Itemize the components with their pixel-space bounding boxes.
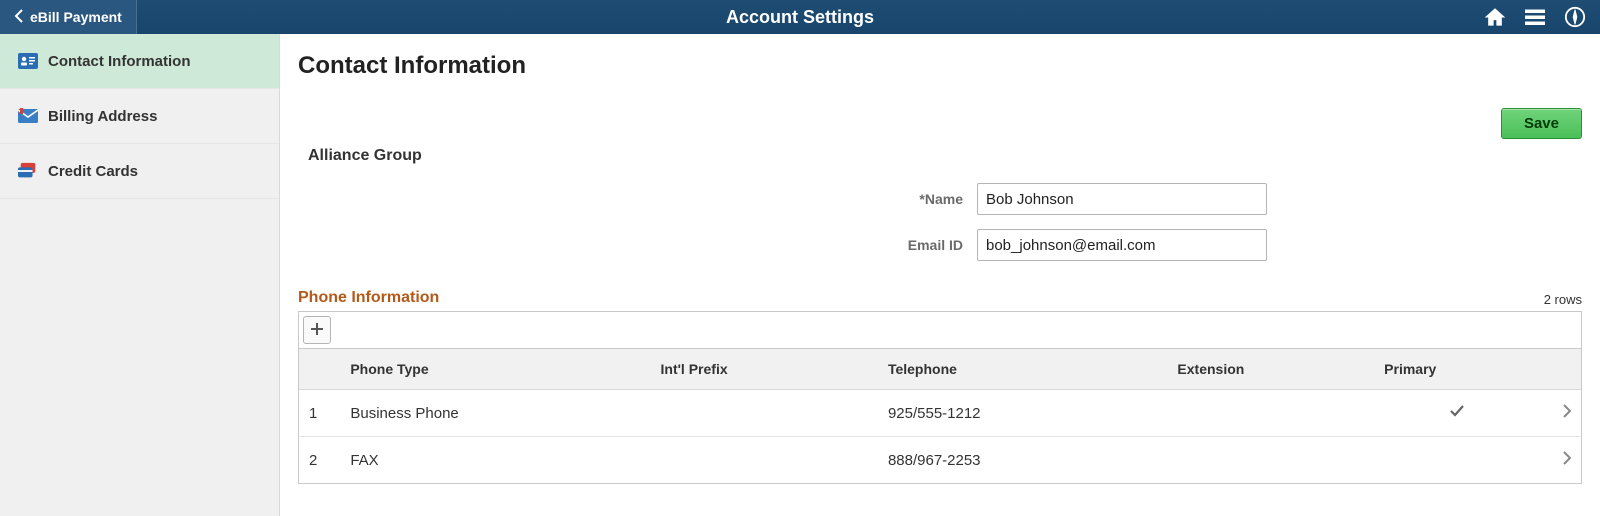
email-field[interactable]: [977, 229, 1267, 261]
checkmark-icon: [1449, 405, 1465, 422]
sidebar-item-label: Billing Address: [48, 108, 157, 125]
app-header: eBill Payment Account Settings: [0, 0, 1600, 34]
contact-card-icon: [18, 52, 38, 70]
cell-extension: [1167, 390, 1374, 437]
cards-icon: [18, 162, 38, 180]
row-detail-arrow[interactable]: [1540, 437, 1581, 484]
table-row[interactable]: 2 FAX 888/967-2253: [299, 437, 1581, 484]
cell-phone-type: Business Phone: [340, 390, 650, 437]
cell-intl-prefix: [651, 390, 878, 437]
home-icon[interactable]: [1484, 6, 1506, 28]
col-header-telephone: Telephone: [878, 349, 1167, 390]
page-title: Contact Information: [298, 52, 1582, 80]
chevron-right-icon: [1562, 452, 1571, 469]
compass-icon[interactable]: [1564, 6, 1586, 28]
chevron-left-icon: [14, 9, 24, 26]
phone-rows-count: 2 rows: [1544, 292, 1582, 307]
row-number: 1: [299, 390, 340, 437]
col-header-extension: Extension: [1167, 349, 1374, 390]
chevron-right-icon: [1562, 405, 1571, 422]
phone-grid-header: Phone Type Int'l Prefix Telephone Extens…: [299, 349, 1581, 390]
col-header-phone-type: Phone Type: [340, 349, 650, 390]
group-name: Alliance Group: [308, 147, 1582, 165]
sidebar-item-label: Credit Cards: [48, 163, 138, 180]
page-header-title: Account Settings: [726, 7, 874, 28]
sidebar: Contact Information Billing Address Cred…: [0, 34, 280, 516]
cell-primary: [1374, 437, 1539, 484]
back-button-label: eBill Payment: [30, 9, 122, 25]
cell-extension: [1167, 437, 1374, 484]
cell-phone-type: FAX: [340, 437, 650, 484]
menu-icon[interactable]: [1524, 6, 1546, 28]
sidebar-item-label: Contact Information: [48, 53, 191, 70]
sidebar-item-credit-cards[interactable]: Credit Cards: [0, 144, 279, 199]
phone-grid: Phone Type Int'l Prefix Telephone Extens…: [298, 311, 1582, 484]
sidebar-item-contact-information[interactable]: Contact Information: [0, 34, 279, 89]
col-header-primary: Primary: [1374, 349, 1539, 390]
phone-section-title: Phone Information: [298, 289, 439, 307]
plus-icon: [310, 321, 324, 339]
cell-primary: [1374, 390, 1539, 437]
table-row[interactable]: 1 Business Phone 925/555-1212: [299, 390, 1581, 437]
cell-telephone: 888/967-2253: [878, 437, 1167, 484]
address-icon: [18, 107, 38, 125]
row-number: 2: [299, 437, 340, 484]
email-label: Email ID: [613, 237, 963, 253]
main-content: Contact Information Save Alliance Group …: [280, 34, 1600, 516]
add-row-button[interactable]: [303, 316, 331, 344]
name-field[interactable]: [977, 183, 1267, 215]
back-button[interactable]: eBill Payment: [0, 0, 137, 34]
cell-telephone: 925/555-1212: [878, 390, 1167, 437]
name-label: *Name: [613, 191, 963, 207]
save-button[interactable]: Save: [1501, 108, 1582, 139]
sidebar-item-billing-address[interactable]: Billing Address: [0, 89, 279, 144]
header-actions: [1484, 6, 1600, 28]
row-detail-arrow[interactable]: [1540, 390, 1581, 437]
cell-intl-prefix: [651, 437, 878, 484]
col-header-intl-prefix: Int'l Prefix: [651, 349, 878, 390]
